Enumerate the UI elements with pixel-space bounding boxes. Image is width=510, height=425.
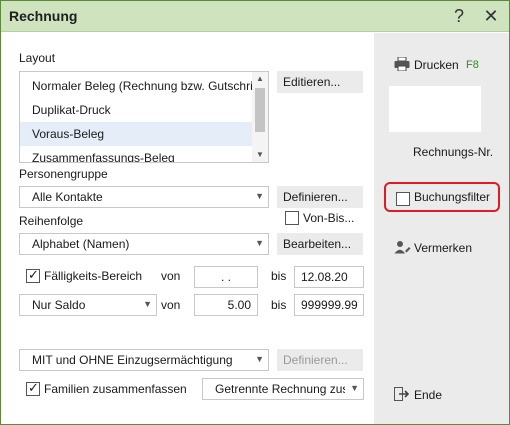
exit-icon [394, 387, 410, 401]
personengruppe-label: Personengruppe [19, 167, 108, 181]
user-edit-icon [394, 241, 411, 254]
faelligkeit-bis-field[interactable]: 12.08.20 [294, 266, 364, 288]
faelligkeit-label: Fälligkeits-Bereich [44, 269, 143, 283]
check-icon: ✓ [28, 380, 39, 395]
scroll-up-icon[interactable]: ▲ [252, 72, 268, 86]
scroll-down-icon[interactable]: ▼ [252, 148, 268, 162]
reihenfolge-edit-button[interactable]: Bearbeiten... [277, 233, 363, 255]
scroll-thumb[interactable] [255, 88, 265, 132]
von-bis-label: Von-Bis... [303, 211, 355, 225]
saldo-select[interactable]: Nur Saldo ▼ [19, 294, 157, 316]
einzug-define-button[interactable]: Definieren... [277, 349, 363, 371]
einzug-value: MIT und OHNE Einzugsermächtigung [32, 353, 233, 367]
list-item[interactable]: Normaler Beleg (Rechnung bzw. Gutschrift… [20, 74, 253, 98]
familien-label: Familien zusammenfassen [44, 382, 187, 396]
faelligkeit-von-label: von [161, 269, 181, 283]
familien-mode-value: Getrennte Rechnung zusä [215, 382, 345, 396]
list-item[interactable]: Zusammenfassungs-Beleg [20, 146, 253, 162]
layout-scrollbar[interactable]: ▲ ▼ [252, 72, 268, 162]
help-button[interactable]: ? [446, 4, 472, 28]
reihenfolge-label: Reihenfolge [19, 214, 84, 228]
personengruppe-define-button[interactable]: Definieren... [277, 186, 363, 208]
list-item-selected[interactable]: Voraus-Beleg [20, 122, 253, 146]
chevron-down-icon: ▼ [255, 191, 264, 201]
reihenfolge-value: Alphabet (Namen) [32, 237, 130, 251]
note-label: Vermerken [414, 241, 473, 255]
personengruppe-value: Alle Kontakte [32, 190, 103, 204]
von-bis-checkbox[interactable] [285, 211, 299, 225]
chevron-down-icon: ▼ [255, 354, 264, 364]
saldo-value: Nur Saldo [32, 298, 86, 312]
chevron-down-icon: ▼ [143, 299, 152, 309]
faelligkeit-von-field[interactable]: . . [194, 266, 258, 288]
highlight-outline [384, 182, 500, 212]
familien-mode-select[interactable]: Getrennte Rechnung zusä ▼ [202, 378, 364, 400]
invoice-number-box [389, 86, 481, 132]
chevron-down-icon: ▼ [255, 238, 264, 248]
check-icon: ✓ [28, 267, 39, 282]
printer-icon [394, 57, 410, 71]
saldo-von-label: von [161, 298, 181, 312]
invoice-number-label: Rechnungs-Nr. [413, 145, 494, 159]
chevron-down-icon: ▼ [350, 383, 359, 393]
familien-checkbox[interactable]: ✓ [26, 380, 40, 396]
window-title: Rechnung [9, 8, 78, 24]
saldo-bis-label: bis [271, 298, 287, 312]
layout-listbox[interactable]: Normaler Beleg (Rechnung bzw. Gutschrift… [19, 71, 269, 163]
layout-edit-button[interactable]: Editieren... [277, 71, 363, 93]
close-button[interactable]: ✕ [478, 4, 504, 28]
faelligkeit-checkbox[interactable]: ✓ [26, 267, 40, 283]
faelligkeit-bis-label: bis [271, 269, 287, 283]
reihenfolge-edit-label: Bearbeiten... [283, 237, 352, 251]
print-label: Drucken [414, 58, 459, 72]
saldo-bis-field[interactable]: 999999.99 [294, 294, 364, 316]
end-label: Ende [414, 388, 443, 402]
personengruppe-select[interactable]: Alle Kontakte ▼ [19, 186, 269, 208]
list-item[interactable]: Duplikat-Druck [20, 98, 253, 122]
personengruppe-define-label: Definieren... [283, 190, 348, 204]
title-bar: Rechnung ? ✕ [1, 1, 509, 32]
dialog-window: Rechnung ? ✕ Layout Normaler Beleg (Rech… [0, 0, 510, 425]
print-shortcut: F8 [466, 59, 479, 71]
einzug-define-label: Definieren... [283, 353, 348, 367]
saldo-von-field[interactable]: 5.00 [194, 294, 258, 316]
reihenfolge-select[interactable]: Alphabet (Namen) ▼ [19, 233, 269, 255]
layout-label: Layout [19, 51, 56, 65]
einzug-select[interactable]: MIT und OHNE Einzugsermächtigung ▼ [19, 349, 269, 371]
layout-edit-label: Editieren... [283, 75, 341, 89]
